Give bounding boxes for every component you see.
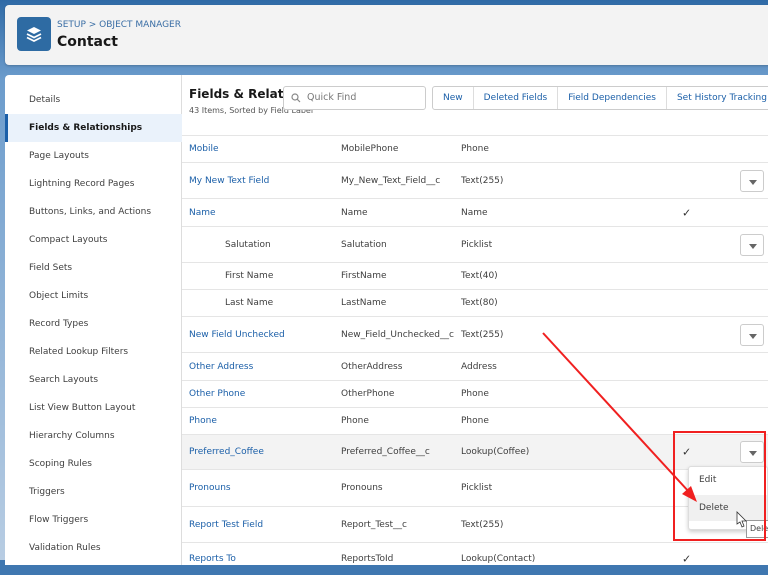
annotation-arrow xyxy=(542,332,747,528)
annotation-highlight-box xyxy=(673,431,766,541)
